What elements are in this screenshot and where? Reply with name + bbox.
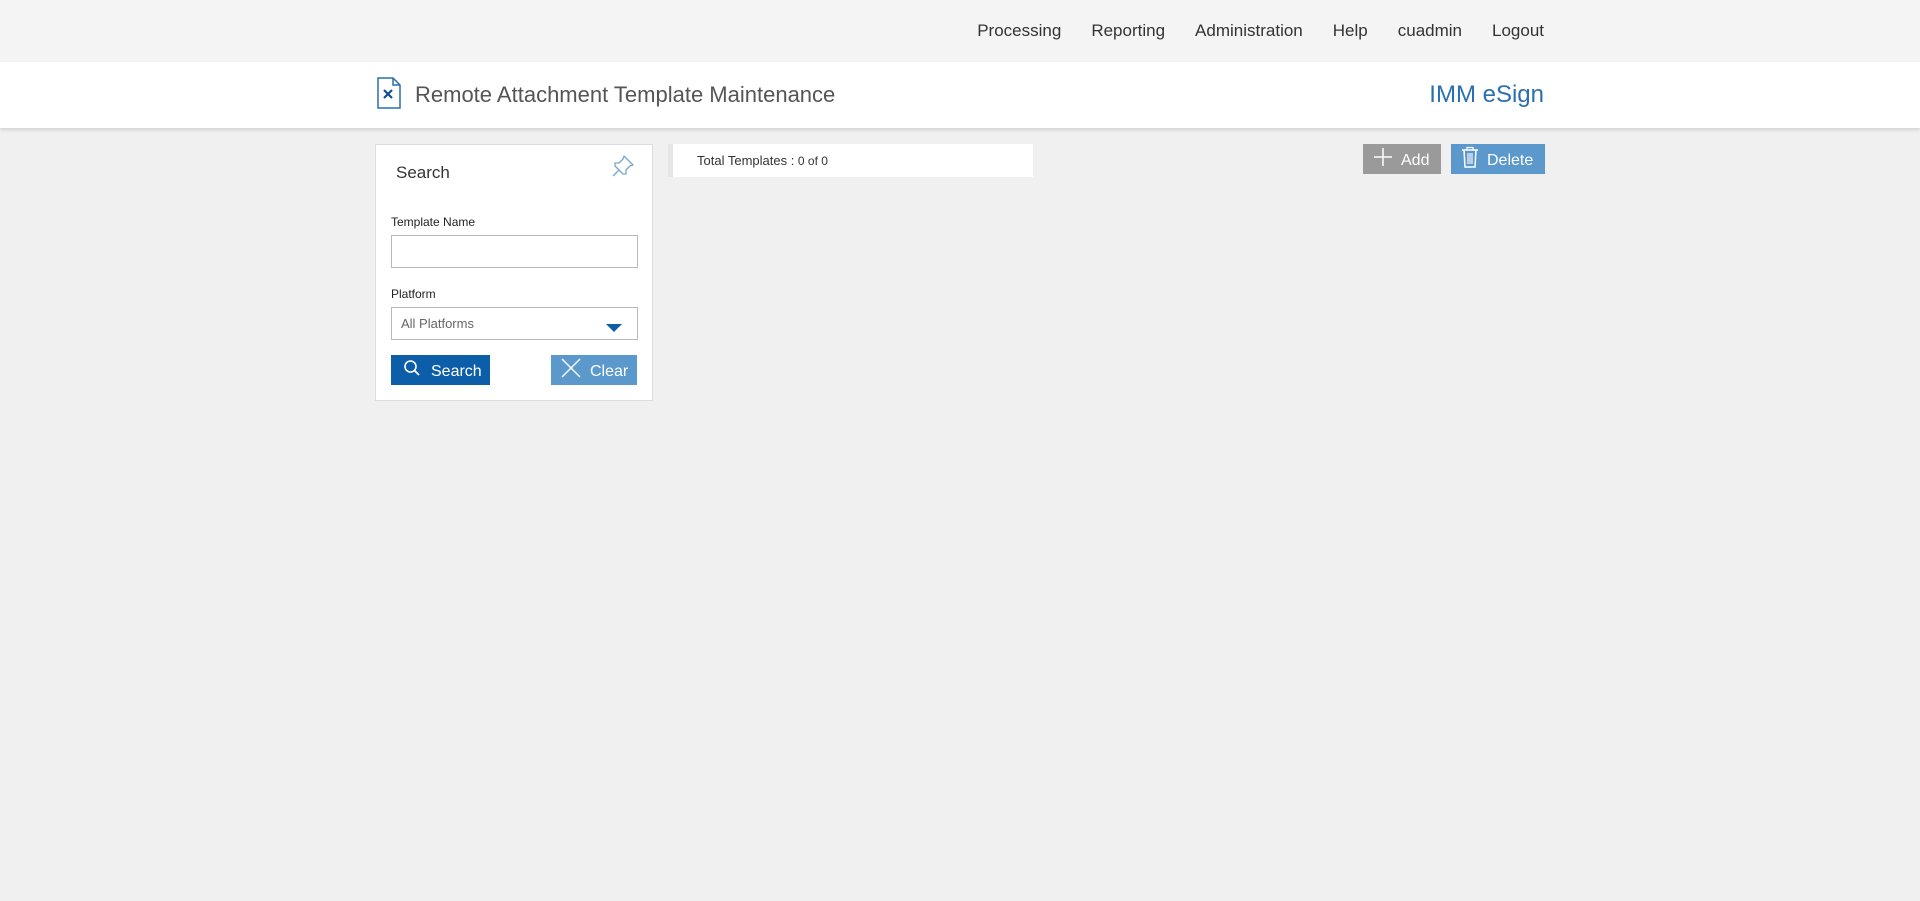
- platform-select[interactable]: All Platforms: [391, 307, 638, 340]
- results-summary: Total Templates : 0 of 0: [668, 144, 1033, 177]
- total-templates-value: 0 of 0: [797, 154, 828, 168]
- search-icon: [403, 359, 421, 382]
- search-panel-title: Search: [396, 163, 450, 182]
- total-templates-label: Total Templates :: [697, 153, 798, 168]
- search-button-label: Search: [431, 362, 482, 380]
- nav-item-reporting[interactable]: Reporting: [1091, 21, 1165, 41]
- page-title: Remote Attachment Template Maintenance: [415, 82, 836, 107]
- nav-item-help[interactable]: Help: [1333, 21, 1368, 41]
- chevron-down-icon: [605, 320, 623, 332]
- plus-icon: [1373, 147, 1393, 172]
- close-icon: [560, 357, 582, 384]
- delete-button-label: Delete: [1487, 151, 1534, 169]
- nav-item-logout[interactable]: Logout: [1492, 21, 1544, 41]
- clear-button[interactable]: Clear: [551, 355, 637, 385]
- platform-label: Platform: [391, 287, 436, 301]
- delete-button[interactable]: Delete: [1451, 144, 1545, 174]
- document-x-icon: [376, 77, 402, 109]
- add-button-label: Add: [1401, 151, 1430, 169]
- search-panel: Search Template Name Platform All Platfo…: [375, 144, 653, 401]
- page-header: Remote Attachment Template Maintenance I…: [0, 62, 1920, 128]
- search-button[interactable]: Search: [391, 355, 490, 385]
- trash-icon: [1461, 146, 1479, 173]
- top-navigation: Processing Reporting Administration Help…: [0, 0, 1920, 62]
- add-button[interactable]: Add: [1363, 144, 1441, 174]
- nav-item-user[interactable]: cuadmin: [1398, 21, 1462, 41]
- brand-name: IMM eSign: [1429, 81, 1544, 108]
- template-name-input[interactable]: [391, 235, 638, 268]
- pin-icon[interactable]: [610, 153, 636, 179]
- clear-button-label: Clear: [590, 362, 629, 380]
- template-name-label: Template Name: [391, 215, 476, 229]
- platform-select-value: All Platforms: [401, 316, 474, 331]
- nav-item-administration[interactable]: Administration: [1195, 21, 1303, 41]
- nav-item-processing[interactable]: Processing: [977, 21, 1061, 41]
- nav-menu: Processing Reporting Administration Help…: [947, 0, 1544, 62]
- total-templates: Total Templates : 0 of 0: [697, 153, 828, 168]
